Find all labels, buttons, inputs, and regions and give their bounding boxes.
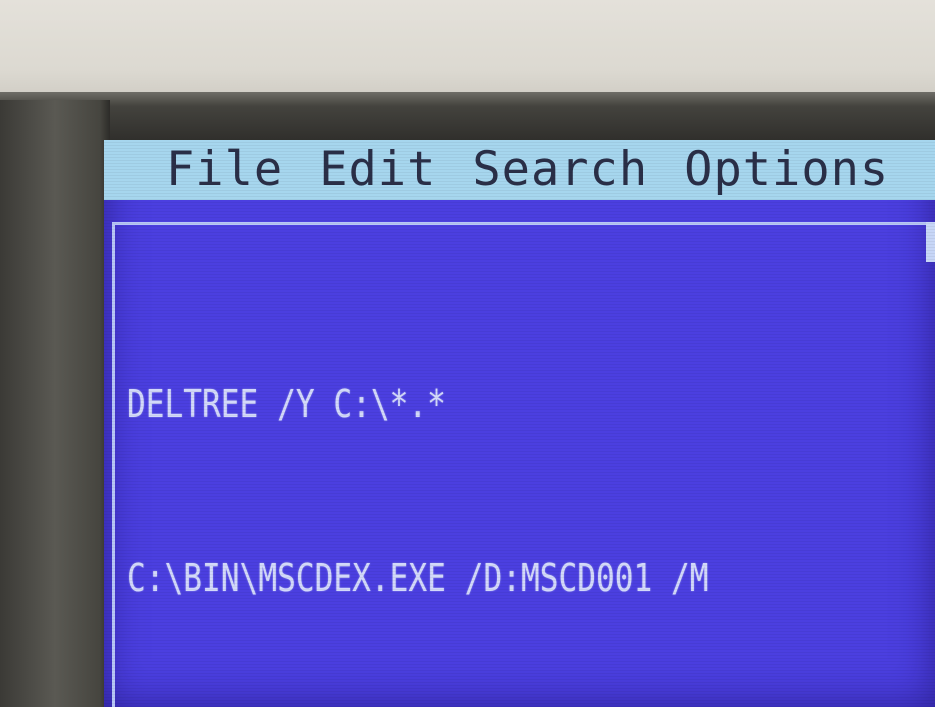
crt-screen: File Edit Search Options DELTREE /Y C:\*… — [104, 140, 935, 707]
menu-file[interactable]: File — [148, 140, 301, 200]
menu-bar: File Edit Search Options — [104, 140, 935, 200]
editor-line-1[interactable]: DELTREE /Y C:\*.* — [127, 375, 709, 433]
menu-search[interactable]: Search — [454, 140, 666, 200]
menu-options[interactable]: Options — [666, 140, 907, 200]
editor-text-area[interactable]: DELTREE /Y C:\*.* C:\BIN\MSCDEX.EXE /D:M… — [112, 222, 935, 707]
editor-line-2[interactable]: C:\BIN\MSCDEX.EXE /D:MSCD001 /M — [127, 549, 709, 607]
editor-lines: DELTREE /Y C:\*.* C:\BIN\MSCDEX.EXE /D:M… — [127, 259, 836, 707]
menu-edit[interactable]: Edit — [301, 140, 454, 200]
monitor-bezel-left — [0, 100, 110, 707]
monitor-bezel-top — [0, 92, 935, 144]
photo-frame: File Edit Search Options DELTREE /Y C:\*… — [0, 0, 935, 707]
